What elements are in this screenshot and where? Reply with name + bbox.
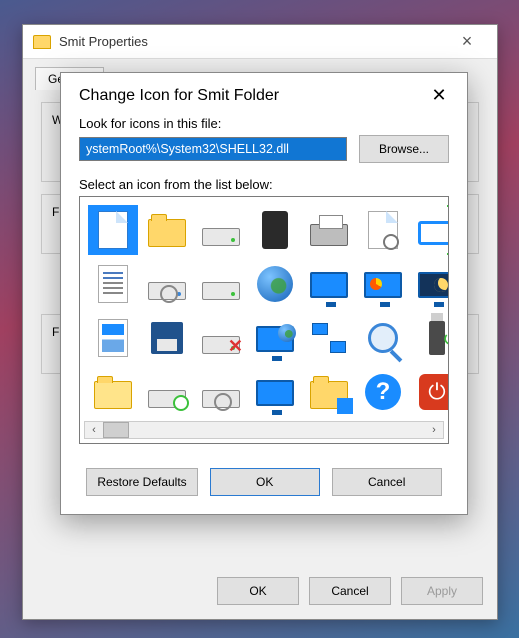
horizontal-scrollbar[interactable]: ‹ › [84,421,444,439]
cancel-button[interactable]: Cancel [332,468,442,496]
dialog-titlebar[interactable]: Change Icon for Smit Folder ✕ [61,73,467,116]
icon-drive-opt2[interactable] [196,367,246,417]
properties-button-row: OK Cancel Apply [217,577,483,605]
icon-help[interactable]: ? [358,367,408,417]
browse-button[interactable]: Browse... [359,135,449,163]
folder-icon [33,35,51,49]
change-icon-dialog: Change Icon for Smit Folder ✕ Look for i… [60,72,468,515]
icon-network-monitor[interactable] [250,313,300,363]
icon-power[interactable]: ⏻ [412,367,449,417]
cancel-button[interactable]: Cancel [309,577,391,605]
icon-chip[interactable] [250,205,300,255]
scroll-track[interactable] [103,422,425,438]
icon-monitor-chart[interactable] [358,259,408,309]
icon-drive-plus[interactable] [142,367,192,417]
icon-drive-optical[interactable] [142,259,192,309]
icon-list: ✕ ↺ ? ⏻ ‹ › [79,196,449,444]
icon-folder-open[interactable] [88,367,138,417]
close-icon[interactable]: × [447,31,487,52]
icon-drive-error[interactable]: ✕ [196,313,246,363]
icon-network-link[interactable] [304,313,354,363]
icon-grid: ✕ ↺ ? ⏻ [88,205,444,417]
look-label: Look for icons in this file: [79,116,449,131]
icon-monitor-blank[interactable] [250,367,300,417]
icon-path-input[interactable]: ystemRoot%\System32\SHELL32.dll [79,137,347,161]
apply-button: Apply [401,577,483,605]
ok-button[interactable]: OK [217,577,299,605]
icon-drive-eco[interactable] [196,259,246,309]
properties-titlebar[interactable]: Smit Properties × [23,25,497,59]
icon-document-clock[interactable] [358,205,408,255]
icon-list-document[interactable] [88,313,138,363]
icon-blank-document[interactable] [88,205,138,255]
dialog-button-row: Restore Defaults OK Cancel [79,468,449,496]
icon-magnifier[interactable] [358,313,408,363]
dialog-title: Change Icon for Smit Folder [79,87,425,105]
icon-hard-drive[interactable] [196,205,246,255]
icon-folder[interactable] [142,205,192,255]
icon-usb-eject[interactable]: ↺ [412,313,449,363]
icon-printer[interactable] [304,205,354,255]
scroll-right-icon[interactable]: › [425,424,443,436]
icon-globe[interactable] [250,259,300,309]
icon-folder-apps[interactable] [304,367,354,417]
icon-text-document[interactable] [88,259,138,309]
scroll-left-icon[interactable]: ‹ [85,424,103,436]
icon-run-window[interactable] [412,205,449,255]
restore-defaults-button[interactable]: Restore Defaults [86,468,197,496]
icon-monitor-night[interactable] [412,259,449,309]
ok-button[interactable]: OK [210,468,320,496]
scroll-thumb[interactable] [103,422,129,438]
icon-floppy[interactable] [142,313,192,363]
window-title: Smit Properties [59,34,439,49]
close-icon[interactable]: ✕ [425,85,453,106]
select-label: Select an icon from the list below: [79,177,449,192]
icon-monitor[interactable] [304,259,354,309]
